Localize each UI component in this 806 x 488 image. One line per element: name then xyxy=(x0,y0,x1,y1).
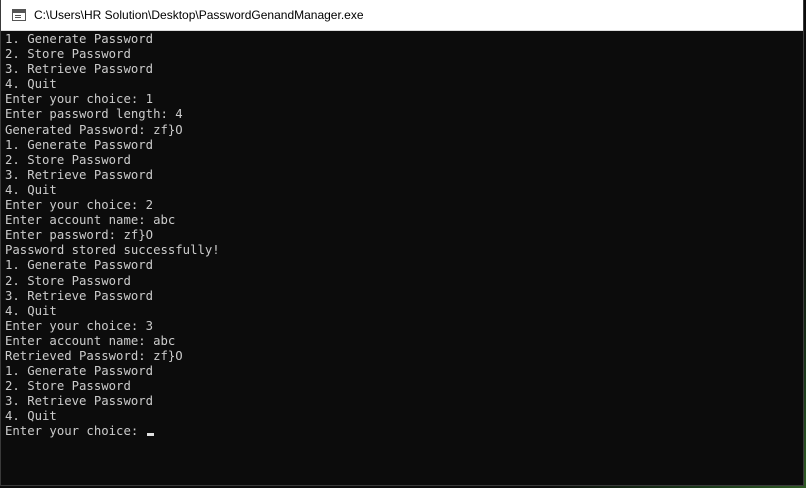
text-cursor xyxy=(146,433,154,437)
console-line: 2. Store Password xyxy=(5,47,131,62)
console-line: Enter your choice: 2 xyxy=(5,198,154,213)
console-line: Generated Password: zf}O xyxy=(5,122,183,137)
console-output[interactable]: 1. Generate Password 2. Store Password 3… xyxy=(1,31,803,485)
console-line: Enter your choice: 1 xyxy=(5,92,154,107)
console-line: 4. Quit xyxy=(5,77,57,92)
console-line: Retrieved Password: zf}O xyxy=(5,348,183,363)
title-bar[interactable]: C:\Users\HR Solution\Desktop\PasswordGen… xyxy=(1,0,803,31)
console-line: Enter password: zf}O xyxy=(5,228,154,243)
console-line: 3. Retrieve Password xyxy=(5,394,154,409)
console-app-icon[interactable] xyxy=(12,9,26,21)
console-line: Enter account name: abc xyxy=(5,213,176,228)
console-line: 1. Generate Password xyxy=(5,32,154,46)
console-line: Enter your choice: 3 xyxy=(5,318,154,333)
console-line: 1. Generate Password xyxy=(5,364,154,379)
console-line: Enter account name: abc xyxy=(5,333,176,348)
console-line: 4. Quit xyxy=(5,182,57,197)
console-line: 1. Generate Password xyxy=(5,137,154,152)
console-line: 3. Retrieve Password xyxy=(5,288,154,303)
console-line: Password stored successfully! xyxy=(5,243,220,258)
window-title: C:\Users\HR Solution\Desktop\PasswordGen… xyxy=(34,8,364,22)
console-line: 2. Store Password xyxy=(5,379,131,394)
console-line: 3. Retrieve Password xyxy=(5,62,154,77)
console-prompt: Enter your choice: xyxy=(5,424,146,439)
console-line: 3. Retrieve Password xyxy=(5,167,154,182)
console-line: 2. Store Password xyxy=(5,273,131,288)
console-line: 4. Quit xyxy=(5,409,57,424)
console-window[interactable]: C:\Users\HR Solution\Desktop\PasswordGen… xyxy=(0,0,804,486)
console-line: 4. Quit xyxy=(5,303,57,318)
console-line: 1. Generate Password xyxy=(5,258,154,273)
console-line: 2. Store Password xyxy=(5,152,131,167)
console-line: Enter password length: 4 xyxy=(5,107,183,122)
console-input-line[interactable]: Enter your choice: xyxy=(5,424,803,439)
